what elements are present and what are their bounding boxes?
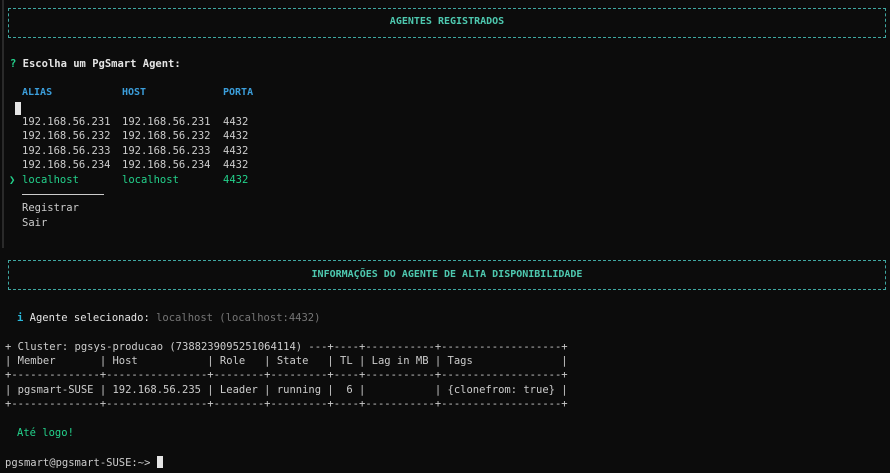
agent-porta: 4432 [223,145,249,157]
shell-cursor [156,456,163,468]
column-header-host: HOST [122,87,147,98]
shell-prompt-text: pgsmart@pgsmart-SUSE:~> [5,457,151,469]
agent-porta: 4432 [223,174,249,186]
agent-alias: 192.168.56.232 [22,130,111,142]
agent-host: 192.168.56.231 [122,116,211,128]
agent-alias: 192.168.56.233 [22,145,111,157]
farewell-message: Até logo! [17,427,74,439]
cluster-table-divider: +--------------+----------------+-------… [5,369,568,381]
agent-alias: 192.168.56.231 [22,116,111,128]
cluster-table-top: + Cluster: pgsys-producao (7388239095251… [5,341,568,353]
agent-prompt: ? Escolha um PgSmart Agent: [10,57,181,71]
selected-agent-info: i Agente selecionado: localhost (localho… [17,311,320,325]
agent-info-title: INFORMAÇÕES DO AGENTE DE ALTA DISPONIBIL… [311,269,583,280]
agent-host: 192.168.56.232 [122,130,211,142]
register-menu-item[interactable]: Registrar [22,201,79,215]
shell-prompt[interactable]: pgsmart@pgsmart-SUSE:~> [5,456,163,470]
cluster-table-bottom: +--------------+----------------+-------… [5,398,568,410]
agent-host: localhost [122,174,179,186]
agent-porta: 4432 [223,159,249,171]
agent-host: 192.168.56.233 [122,145,211,157]
text-cursor [15,102,21,115]
agent-porta: 4432 [223,130,249,142]
agent-prompt-text: Escolha um PgSmart Agent: [22,58,181,70]
column-header-alias: ALIAS [22,87,53,98]
selection-pointer-icon: ❯ [9,174,16,186]
menu-separator [22,194,104,195]
selected-agent-value: localhost (localhost:4432) [156,312,321,324]
cluster-table-header: | Member | Host | Role | State | TL | La… [5,355,568,367]
registered-agents-title: AGENTES REGISTRADOS [389,16,505,27]
exit-menu-item[interactable]: Sair [22,216,47,230]
info-icon: i [17,312,24,324]
agent-alias: localhost [22,174,79,186]
left-pane-edge-top [2,0,4,248]
question-mark-icon: ? [10,58,17,70]
agent-porta: 4432 [223,116,249,128]
agent-host: 192.168.56.234 [122,159,211,171]
cluster-table-row: | pgsmart-SUSE | 192.168.56.235 | Leader… [5,384,568,396]
selected-agent-label: Agente selecionado: [29,312,150,324]
registered-agents-panel: AGENTES REGISTRADOS [8,8,886,38]
agent-alias: 192.168.56.234 [22,159,111,171]
column-header-porta: PORTA [223,87,254,98]
agent-info-panel: INFORMAÇÕES DO AGENTE DE ALTA DISPONIBIL… [8,260,886,290]
